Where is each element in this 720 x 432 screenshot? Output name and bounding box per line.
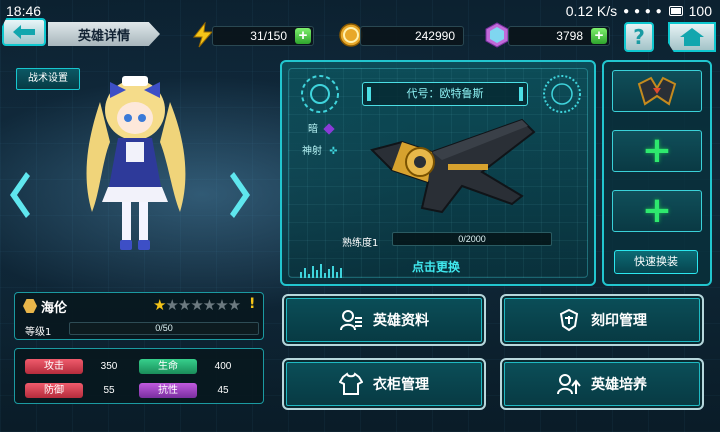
proficiency-value: 0/2000 xyxy=(458,234,486,244)
hero-level: 等级1 xyxy=(25,327,52,338)
star-empty-icon: ★★★★★★ xyxy=(165,296,241,314)
gold-value: 242990 xyxy=(414,29,455,43)
add-gem-button[interactable]: + xyxy=(591,28,607,44)
attack-value: 350 xyxy=(100,361,118,372)
weapon-panel[interactable]: 代号：欧特鲁斯 暗 神射 ✜ 熟练度1 0/2000 点击更换 xyxy=(280,60,596,286)
imprint-icon xyxy=(559,308,579,332)
equipment-slot-3[interactable]: + xyxy=(612,190,702,232)
weapon-image xyxy=(370,118,536,214)
xp-text: 0/50 xyxy=(155,323,173,333)
page-title: 英雄详情 xyxy=(48,22,160,46)
wardrobe-button[interactable]: 衣柜管理 xyxy=(282,358,486,410)
wardrobe-label: 衣柜管理 xyxy=(373,377,429,393)
add-energy-button[interactable]: + xyxy=(295,28,311,44)
hero-info-label: 英雄资料 xyxy=(373,313,429,329)
gem-value: 3798 xyxy=(556,29,583,43)
wardrobe-icon xyxy=(339,372,363,395)
hero-training-button[interactable]: 英雄培养 xyxy=(500,358,704,410)
resist-value: 45 xyxy=(217,385,229,396)
dark-element-icon xyxy=(323,123,335,135)
next-hero-arrow-icon[interactable] xyxy=(228,170,254,220)
hero-training-label: 英雄培养 xyxy=(591,377,647,393)
previous-hero-arrow-icon[interactable] xyxy=(6,170,32,220)
hero-info-button[interactable]: 英雄资料 xyxy=(282,294,486,346)
hero-portrait xyxy=(86,76,186,250)
hero-name-panel: 海伦 ★★★★★★★ ! 等级1 0/50 xyxy=(14,292,264,340)
help-button[interactable]: ? xyxy=(624,22,654,52)
attack-label: 攻击 xyxy=(25,359,83,374)
resist-label: 抗性 xyxy=(139,383,197,398)
gem-icon xyxy=(485,22,509,48)
hero-info-icon xyxy=(340,310,362,331)
hero-training-icon xyxy=(557,374,581,395)
hero-stats-panel: 攻击 350 生命 400 防御 55 抗性 45 xyxy=(14,348,264,404)
xp-bar: 0/50 xyxy=(69,322,259,335)
quick-change-button[interactable]: 快速换装 xyxy=(614,250,698,274)
defense-value: 55 xyxy=(103,385,115,396)
energy-counter: 31/150 + xyxy=(212,26,314,46)
hero-star-rating: ★★★★★★★ xyxy=(153,296,241,314)
home-button[interactable] xyxy=(668,22,716,52)
home-icon xyxy=(680,28,704,46)
radar-ring-icon xyxy=(543,75,581,113)
back-button[interactable] xyxy=(2,18,46,46)
weapon-element-label: 暗 xyxy=(308,124,318,135)
sharpshooter-icon: ✜ xyxy=(329,145,338,157)
defense-label: 防御 xyxy=(25,383,83,398)
weapon-element: 暗 xyxy=(308,120,335,135)
target-ring-icon xyxy=(301,75,339,113)
hero-name: 海伦 xyxy=(41,301,68,316)
equipped-item-icon xyxy=(637,76,677,106)
equipment-slots: + + 快速换装 xyxy=(602,60,712,286)
back-arrow-icon xyxy=(13,25,35,39)
equipment-slot-1[interactable] xyxy=(612,70,702,112)
gold-counter: 242990 xyxy=(360,26,464,46)
imprint-button[interactable]: 刻印管理 xyxy=(500,294,704,346)
proficiency-bar: 0/2000 xyxy=(392,232,552,246)
hero-class-icon xyxy=(23,299,37,313)
imprint-label: 刻印管理 xyxy=(591,313,647,329)
star-filled-icon: ★ xyxy=(153,296,166,314)
add-equipment-icon: + xyxy=(641,190,673,231)
add-equipment-icon: + xyxy=(641,130,673,171)
weapon-skill: 神射 ✜ xyxy=(302,142,338,158)
equalizer-decoration xyxy=(300,262,342,278)
hp-label: 生命 xyxy=(139,359,197,374)
star-up-alert-icon: ! xyxy=(249,296,256,312)
weapon-code-name: 代号：欧特鲁斯 xyxy=(362,82,528,106)
equipment-slot-2[interactable]: + xyxy=(612,130,702,172)
gem-counter: 3798 + xyxy=(508,26,610,46)
proficiency-label: 熟练度1 xyxy=(342,238,379,249)
energy-value: 31/150 xyxy=(250,29,287,43)
change-weapon-button[interactable]: 点击更换 xyxy=(412,258,460,275)
top-bar: 英雄详情 31/150 + 242990 3798 + ? xyxy=(0,10,720,52)
weapon-skill-label: 神射 xyxy=(302,146,322,157)
hp-value: 400 xyxy=(214,361,232,372)
